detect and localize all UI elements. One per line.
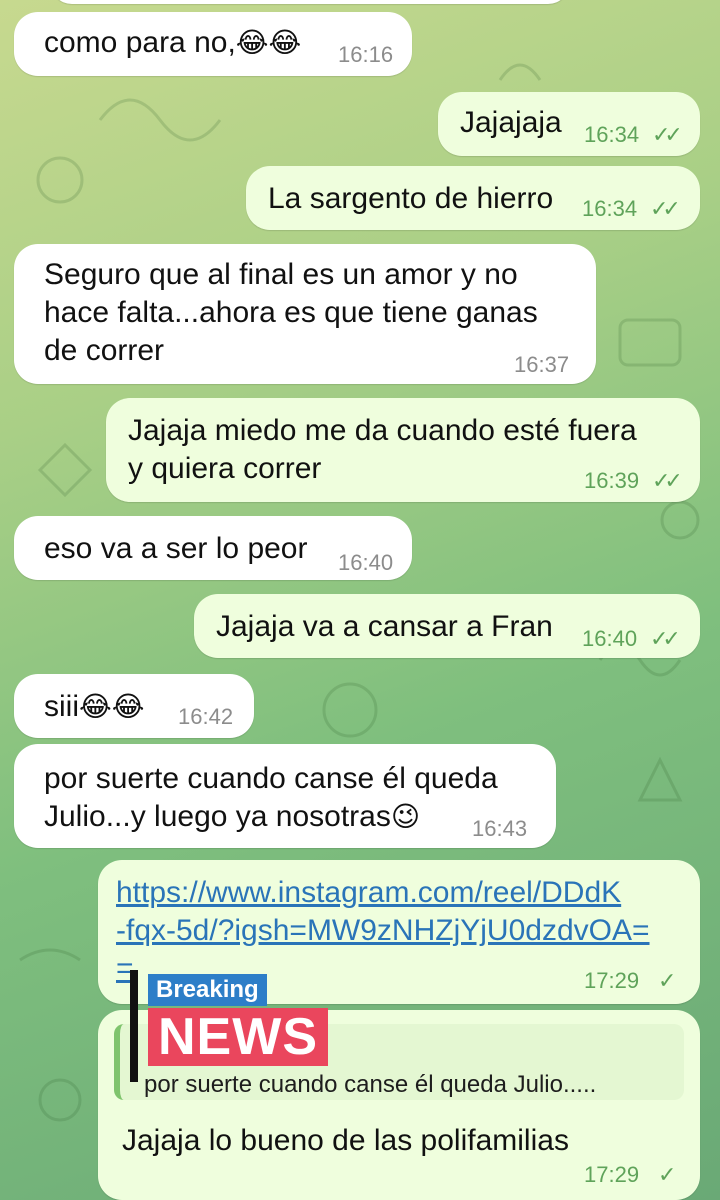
message-text: La sargento de hierro <box>268 182 554 215</box>
message-incoming[interactable]: eso va a ser lo peor 16:40 <box>14 516 412 580</box>
message-text: como para no,😂😂 <box>44 26 302 59</box>
winking-emoji: 😉 <box>390 800 421 833</box>
message-incoming[interactable]: por suerte cuando canse él queda Julio..… <box>14 744 556 848</box>
double-check-icon: ✓✓ <box>652 468 683 493</box>
message-outgoing[interactable]: Jajaja va a cansar a Fran 16:40 ✓✓ <box>194 594 700 658</box>
message-time: 16:42 <box>178 704 234 729</box>
message-incoming[interactable]: Seguro que al final es un amor y no hace… <box>14 244 596 384</box>
message-incoming[interactable]: siii😂😂 16:42 <box>14 674 254 738</box>
laughing-emoji: 😂😂 <box>79 690 145 723</box>
message-time: 16:34 <box>584 122 640 147</box>
news-label: NEWS <box>148 1008 328 1066</box>
breaking-news-overlay: Breaking NEWS <box>130 970 350 1082</box>
message-text: Jajaja lo bueno de las polifamilias <box>122 1124 569 1157</box>
message-text-line: Seguro que al final es un amor y no <box>44 258 518 291</box>
message-time: 16:37 <box>514 352 570 377</box>
message-time: 16:39 <box>584 468 640 493</box>
message-text: Jajajaja <box>460 106 562 139</box>
laughing-emoji: 😂😂 <box>235 26 302 59</box>
double-check-icon: ✓✓ <box>650 626 681 651</box>
message-time: 16:40 <box>582 626 638 651</box>
message-text: Jajaja va a cansar a Fran <box>216 610 553 643</box>
message-outgoing[interactable]: Jajaja miedo me da cuando esté fuera y q… <box>106 398 700 502</box>
message-text: eso va a ser lo peor <box>44 532 308 565</box>
message-outgoing[interactable]: La sargento de hierro 16:34 ✓✓ <box>246 166 700 230</box>
message-text-line: de correr <box>44 334 165 367</box>
double-check-icon: ✓✓ <box>650 196 681 221</box>
message-text-line: y quiera correr <box>128 452 322 485</box>
message-time: 17:29 <box>584 968 640 993</box>
instagram-link[interactable]: https://www.instagram.com/reel/DDdK <box>116 874 621 912</box>
message-text-line: hace falta...ahora es que tiene ganas <box>44 296 538 329</box>
message-time: 16:16 <box>338 42 394 67</box>
single-check-icon: ✓ <box>658 968 677 993</box>
message-outgoing[interactable]: Jajajaja 16:34 ✓✓ <box>438 92 700 156</box>
message-time: 17:29 <box>584 1162 640 1187</box>
message-text: siii😂😂 <box>44 690 145 723</box>
news-bar <box>130 970 138 1082</box>
message-incoming[interactable]: como para no,😂😂 16:16 <box>14 12 412 76</box>
message-time: 16:40 <box>338 550 394 575</box>
message-text-line: Julio...y luego ya nosotras😉 <box>44 800 421 833</box>
message-text-line: por suerte cuando canse él queda <box>44 762 498 795</box>
breaking-label: Breaking <box>148 974 267 1006</box>
double-check-icon: ✓✓ <box>652 122 683 147</box>
single-check-icon: ✓ <box>658 1162 677 1187</box>
chat-message-list[interactable]: como para no,😂😂 16:16 Jajajaja 16:34 ✓✓ … <box>0 0 720 1200</box>
message-text-line: Jajaja miedo me da cuando esté fuera <box>128 414 637 447</box>
message-time: 16:34 <box>582 196 638 221</box>
instagram-link[interactable]: -fqx-5d/?igsh=MW9zNHZjYjU0dzdvOA= <box>116 912 650 950</box>
previous-message-edge <box>50 0 570 4</box>
message-time: 16:43 <box>472 816 528 841</box>
